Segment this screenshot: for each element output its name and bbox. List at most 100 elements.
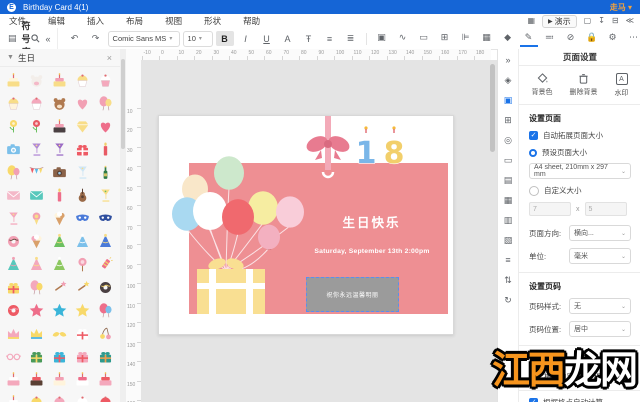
- symbol-gift-surprise[interactable]: [2, 276, 25, 299]
- underline-button[interactable]: U: [258, 31, 276, 46]
- symbol-cupcake-butter[interactable]: [25, 391, 48, 402]
- font-color-button[interactable]: A: [279, 31, 297, 46]
- no-fill-button[interactable]: ⊘: [562, 30, 580, 45]
- symbol-heart-balloons[interactable]: [94, 92, 117, 115]
- symbol-magic-wand[interactable]: [48, 276, 71, 299]
- symbol-cake-bar[interactable]: [2, 368, 25, 391]
- symbol-crown-pink[interactable]: [2, 322, 25, 345]
- remove-background-button[interactable]: 删除背景: [570, 73, 598, 98]
- symbol-lollipop[interactable]: [71, 253, 94, 276]
- symbols-icon[interactable]: ⊞: [504, 115, 512, 126]
- candle-number-1[interactable]: 1: [355, 126, 377, 172]
- symbol-mask-navy[interactable]: [94, 207, 117, 230]
- symbol-party-hat-pink[interactable]: [25, 253, 48, 276]
- symbol-balloon-trio[interactable]: [94, 299, 117, 322]
- page-number-position-select[interactable]: 居中 ⌄: [569, 321, 631, 337]
- symbol-gift-pink[interactable]: [71, 345, 94, 368]
- menu-item[interactable]: 编辑: [48, 15, 65, 27]
- symbol-bunny[interactable]: [25, 69, 48, 92]
- align-button[interactable]: ≡: [321, 31, 339, 46]
- insert-image-button[interactable]: ▭: [415, 30, 433, 45]
- symbol-envelope[interactable]: [25, 184, 48, 207]
- fill-color-button[interactable]: ◆: [499, 30, 517, 45]
- symbol-love-letter[interactable]: [2, 184, 25, 207]
- symbol-gift-green[interactable]: [25, 345, 48, 368]
- symbol-cake-hearts[interactable]: [71, 368, 94, 391]
- symbol-cocktail-yellow[interactable]: [94, 184, 117, 207]
- symbol-camera[interactable]: [2, 138, 25, 161]
- orientation-select[interactable]: 横向... ⌄: [569, 225, 631, 241]
- preset-size-select[interactable]: A4 sheet, 210mm x 297 mm ⌄: [529, 163, 631, 179]
- gift-box[interactable]: [197, 256, 265, 314]
- symbol-cake-slice[interactable]: [2, 69, 25, 92]
- selected-text-box[interactable]: 祝你永远温馨明丽: [306, 277, 399, 312]
- symbol-mustache[interactable]: [48, 322, 71, 345]
- list-button[interactable]: ≣: [342, 31, 360, 46]
- preset-size-radio[interactable]: 预设页面大小: [529, 147, 631, 158]
- collapse-library-icon[interactable]: «: [46, 34, 51, 44]
- symbol-cupcake-candle[interactable]: [48, 391, 71, 402]
- canvas-scrollbar[interactable]: [490, 62, 495, 400]
- layers-icon[interactable]: ◎: [504, 135, 512, 146]
- fill-style-icon[interactable]: ◈: [505, 75, 512, 86]
- undo-button[interactable]: ↶: [66, 31, 84, 46]
- menu-item[interactable]: 视图: [165, 15, 182, 27]
- symbol-party-hat-lime[interactable]: [48, 253, 71, 276]
- symbol-donut-pink[interactable]: [2, 230, 25, 253]
- symbol-bunting[interactable]: [25, 161, 48, 184]
- user-menu[interactable]: 走马 ▾: [610, 2, 632, 13]
- unit-select[interactable]: 毫米 ⌄: [569, 248, 631, 264]
- slideshow-icon[interactable]: ▦: [527, 16, 535, 26]
- symbol-gift-red[interactable]: [71, 138, 94, 161]
- symbol-champagne-glasses[interactable]: [71, 161, 94, 184]
- frame-icon[interactable]: ▭: [504, 155, 513, 166]
- symbol-party-hat-blue[interactable]: [94, 230, 117, 253]
- transfer-icon[interactable]: ⇅: [504, 275, 512, 286]
- symbol-party-glasses[interactable]: [2, 345, 25, 368]
- symbol-hbd-heart[interactable]: [71, 92, 94, 115]
- structure-icon[interactable]: ▥: [504, 215, 513, 226]
- custom-width-input[interactable]: [529, 202, 571, 216]
- symbol-balloon-yellow[interactable]: [2, 161, 25, 184]
- align-objects-button[interactable]: ⊫: [457, 30, 475, 45]
- ribbon-bow[interactable]: [304, 116, 352, 179]
- card-page[interactable]: 1 8 生日快乐 Saturday, September 13th 2:00pm…: [158, 115, 454, 335]
- lock-button[interactable]: 🔒: [583, 30, 601, 45]
- download-icon[interactable]: ↧: [598, 16, 605, 26]
- symbol-gift-white[interactable]: [71, 322, 94, 345]
- text-spacing-button[interactable]: Ŧ: [300, 31, 318, 46]
- symbol-sundae[interactable]: [25, 230, 48, 253]
- symbol-yellow-rose[interactable]: [2, 115, 25, 138]
- symbol-balloon-pair[interactable]: [25, 276, 48, 299]
- symbol-medal[interactable]: [25, 207, 48, 230]
- print-icon[interactable]: ⊟: [612, 16, 619, 26]
- symbol-cupcake-strawberry[interactable]: [25, 92, 48, 115]
- symbol-champagne-bottle[interactable]: [94, 161, 117, 184]
- group-button[interactable]: ▦: [478, 30, 496, 45]
- collapse-panel-icon[interactable]: »: [505, 55, 510, 66]
- insert-shape-button[interactable]: ⊞: [436, 30, 454, 45]
- symbol-cake-tiered-pink[interactable]: [2, 391, 25, 402]
- symbol-cupcake-pink[interactable]: [94, 69, 117, 92]
- menu-item[interactable]: 插入: [87, 15, 104, 27]
- symbol-wine-toast[interactable]: [48, 138, 71, 161]
- line-style-button[interactable]: ≕: [541, 30, 559, 45]
- symbol-heart-box[interactable]: [94, 115, 117, 138]
- card-title-text[interactable]: 生日快乐: [309, 212, 434, 231]
- settings-button[interactable]: ⚙: [604, 30, 622, 45]
- symbol-film-camera[interactable]: [48, 161, 71, 184]
- symbol-party-hat-stripe[interactable]: [71, 230, 94, 253]
- symbol-cherry-earrings[interactable]: [94, 322, 117, 345]
- symbol-tier-cake[interactable]: [48, 115, 71, 138]
- crop-to-content-checkbox[interactable]: 根据内容裁剪页面: [529, 371, 631, 382]
- symbol-cupcake-cherry[interactable]: [94, 391, 117, 402]
- outline-icon[interactable]: ≡: [505, 255, 510, 266]
- redo-button[interactable]: ↷: [87, 31, 105, 46]
- symbol-gift-blue[interactable]: [48, 345, 71, 368]
- symbol-lipstick[interactable]: [94, 138, 117, 161]
- symbol-cupcake-grape[interactable]: [71, 391, 94, 402]
- library-section-header[interactable]: ▼ 生日 ×: [0, 49, 120, 67]
- more-button[interactable]: ⋯: [625, 30, 640, 45]
- symbol-layer-cake[interactable]: [48, 69, 71, 92]
- symbol-cupcake-cream[interactable]: [2, 92, 25, 115]
